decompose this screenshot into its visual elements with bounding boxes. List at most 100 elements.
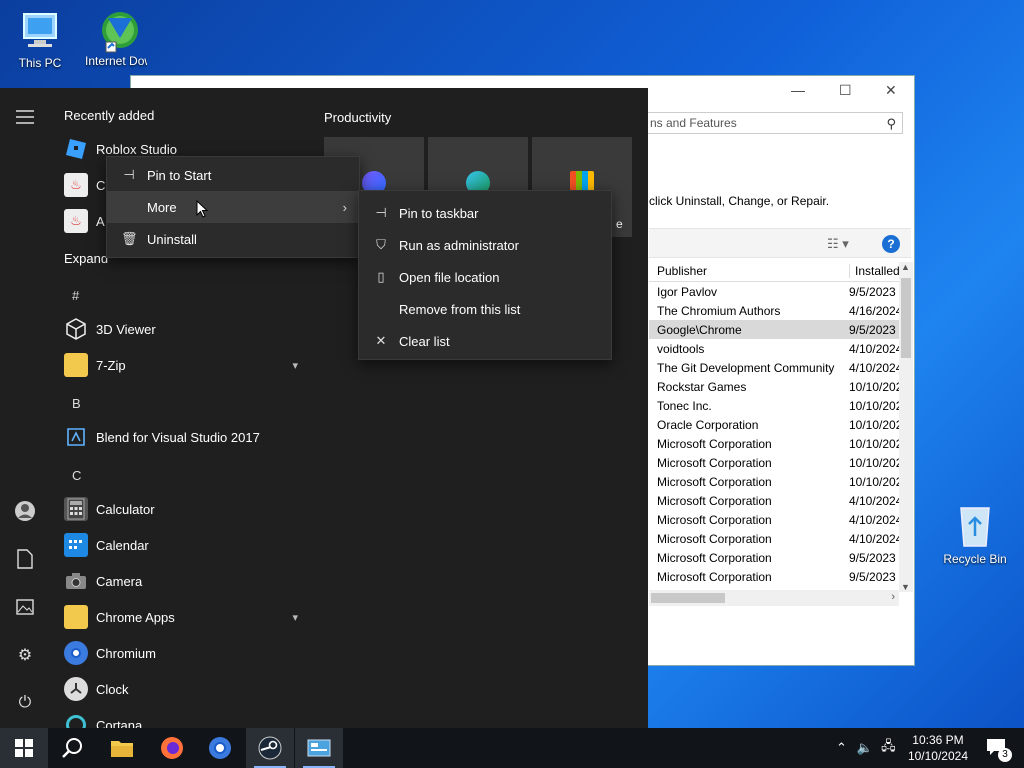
- chevron-down-icon[interactable]: ▾: [292, 359, 298, 372]
- hamburger-menu-icon[interactable]: [14, 106, 36, 128]
- network-icon[interactable]: 🖧: [881, 737, 896, 759]
- menu-item-pin-to-start[interactable]: ⊣ Pin to Start: [107, 159, 359, 191]
- chevron-right-icon[interactable]: ›: [891, 591, 895, 603]
- menu-item-label: Clear list: [399, 333, 450, 349]
- table-row[interactable]: Microsoft Corporation 9/5/2023: [649, 548, 913, 567]
- documents-icon[interactable]: [14, 548, 36, 570]
- app-item-chrome-apps[interactable]: Chrome Apps ▾: [64, 601, 318, 633]
- row-publisher: Igor Pavlov: [657, 285, 718, 299]
- notification-center-button[interactable]: 3: [986, 738, 1012, 762]
- app-item-clock[interactable]: Clock: [64, 673, 318, 705]
- search-icon[interactable]: ⚲: [886, 116, 896, 132]
- menu-item-pin-to-taskbar[interactable]: ⊣ Pin to taskbar: [359, 197, 611, 229]
- menu-item-clear-list[interactable]: ✕ Clear list: [359, 325, 611, 357]
- desktop-icon-internet-download[interactable]: Internet Downlo...: [78, 8, 154, 68]
- table-row[interactable]: Microsoft Corporation 4/10/2024: [649, 510, 913, 529]
- steam-button[interactable]: [246, 728, 294, 768]
- table-row-selected[interactable]: Google\Chrome 9/5/2023: [649, 320, 913, 339]
- search-button[interactable]: [48, 728, 96, 768]
- file-icon: ▯: [377, 269, 385, 284]
- taskbar-clock[interactable]: 10:36 PM 10/10/2024: [908, 732, 968, 764]
- power-icon[interactable]: ⏻: [14, 692, 36, 714]
- menu-item-more[interactable]: More ›: [107, 191, 359, 223]
- table-row[interactable]: Microsoft Corporation 10/10/2024: [649, 453, 913, 472]
- table-row[interactable]: Microsoft Corporation 4/10/2024: [649, 529, 913, 548]
- search-input[interactable]: ns and Features ⚲: [641, 112, 903, 134]
- recently-added-header: Recently added: [64, 108, 155, 123]
- file-explorer-button[interactable]: [98, 728, 146, 768]
- menu-item-uninstall[interactable]: 🗑 Uninstall: [107, 223, 359, 255]
- horizontal-scrollbar[interactable]: ›: [649, 590, 899, 606]
- table-row[interactable]: Oracle Corporation 10/10/2024: [649, 415, 913, 434]
- desktop-icon-recycle-bin[interactable]: Recycle Bin: [940, 502, 1010, 566]
- table-row[interactable]: The Git Development Community 4/10/2024: [649, 358, 913, 377]
- row-publisher: Microsoft Corporation: [657, 551, 772, 565]
- control-panel-button[interactable]: [295, 728, 343, 768]
- maximize-icon[interactable]: ☐: [839, 82, 852, 99]
- chevron-down-icon[interactable]: ▼: [901, 582, 910, 592]
- column-header-publisher[interactable]: Publisher: [657, 264, 707, 278]
- app-item-3d-viewer[interactable]: 3D Viewer: [64, 313, 318, 345]
- app-item-blend[interactable]: Blend for Visual Studio 2017: [64, 421, 318, 453]
- table-row[interactable]: Microsoft Corporation 10/10/2024: [649, 434, 913, 453]
- calendar-icon: [64, 533, 88, 557]
- trash-icon: 🗑: [121, 231, 138, 246]
- help-icon[interactable]: ?: [882, 235, 900, 253]
- scrollbar-thumb[interactable]: [901, 278, 911, 358]
- app-item-calendar[interactable]: Calendar: [64, 529, 318, 561]
- row-publisher: The Chromium Authors: [657, 304, 781, 318]
- row-date: 4/10/2024: [849, 494, 903, 508]
- view-options-icon[interactable]: ☷ ▾: [827, 236, 849, 252]
- table-row[interactable]: Tonec Inc. 10/10/2024: [649, 396, 913, 415]
- table-row[interactable]: Microsoft Corporation 4/10/2024: [649, 491, 913, 510]
- table-row[interactable]: Igor Pavlov 9/5/2023: [649, 282, 913, 301]
- row-date: 9/5/2023: [849, 551, 896, 565]
- minimize-icon[interactable]: —: [791, 82, 805, 98]
- table-row[interactable]: Rockstar Games 10/10/2024: [649, 377, 913, 396]
- app-item-camera[interactable]: Camera: [64, 565, 318, 597]
- chevron-down-icon[interactable]: ▾: [292, 611, 298, 624]
- menu-item-open-file-location[interactable]: ▯ Open file location: [359, 261, 611, 293]
- computer-icon: [16, 10, 64, 54]
- table-row[interactable]: Microsoft Corporation 9/5/2023: [649, 567, 913, 586]
- system-tray: ⌃ 🔈 🖧: [836, 728, 896, 768]
- close-icon[interactable]: ✕: [885, 82, 897, 99]
- table-row[interactable]: voidtools 4/10/2024: [649, 339, 913, 358]
- expand-link[interactable]: Expand: [64, 251, 108, 266]
- instruction-text: click Uninstall, Change, or Repair.: [649, 194, 830, 208]
- menu-item-remove-from-list[interactable]: Remove from this list: [359, 293, 611, 325]
- chevron-up-icon[interactable]: ⌃: [836, 740, 847, 756]
- app-item-cortana[interactable]: Cortana: [64, 709, 318, 728]
- menu-item-label: Run as administrator: [399, 237, 519, 253]
- settings-gear-icon[interactable]: ⚙: [14, 644, 36, 666]
- table-row[interactable]: Microsoft Corporation 10/10/2024: [649, 472, 913, 491]
- chromium-button[interactable]: [196, 728, 244, 768]
- start-rail: ⚙ ⏻: [0, 88, 48, 728]
- row-publisher: Google\Chrome: [657, 323, 742, 337]
- globe-download-icon: [92, 8, 140, 53]
- menu-item-run-as-admin[interactable]: ⛉ Run as administrator: [359, 229, 611, 261]
- app-item-7-zip[interactable]: 7-Zip ▾: [64, 349, 318, 381]
- table-row[interactable]: The Chromium Authors 4/16/2024: [649, 301, 913, 320]
- programs-table: Publisher Installed o Igor Pavlov 9/5/202…: [649, 260, 913, 600]
- firefox-button[interactable]: [148, 728, 196, 768]
- user-account-icon[interactable]: [14, 500, 36, 522]
- scrollbar-thumb[interactable]: [651, 593, 725, 603]
- letter-header-b[interactable]: B: [72, 396, 81, 411]
- windows-logo-icon: [15, 739, 33, 757]
- row-date: 4/10/2024: [849, 361, 903, 375]
- letter-header-c[interactable]: C: [72, 468, 81, 483]
- vertical-scrollbar[interactable]: ▲ ▼: [899, 262, 913, 592]
- app-item-calculator[interactable]: Calculator: [64, 493, 318, 525]
- app-item-chromium[interactable]: Chromium: [64, 637, 318, 669]
- table-header: Publisher Installed o: [649, 260, 913, 282]
- desktop-icon-this-pc[interactable]: This PC: [2, 10, 78, 70]
- start-button[interactable]: [0, 728, 48, 768]
- search-placeholder: ns and Features: [650, 116, 737, 130]
- chevron-up-icon[interactable]: ▲: [901, 262, 910, 272]
- mouse-cursor-icon: [196, 199, 209, 221]
- chromium-icon: [209, 737, 231, 759]
- letter-header-hash[interactable]: #: [72, 288, 79, 303]
- pictures-icon[interactable]: [14, 596, 36, 618]
- volume-icon[interactable]: 🔈: [857, 740, 873, 756]
